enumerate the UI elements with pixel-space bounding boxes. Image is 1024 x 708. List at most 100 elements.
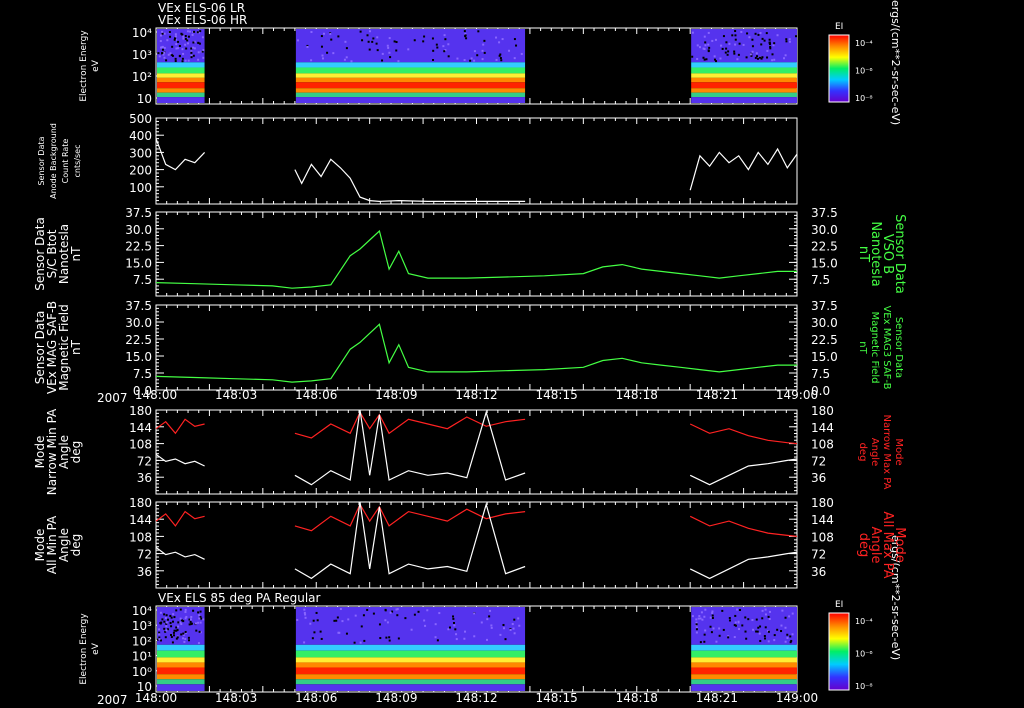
spec2-spectrogram-speckle	[502, 623, 505, 626]
bt-ylabel-line: nT	[69, 246, 83, 262]
spec1-spectrogram-band	[295, 82, 526, 89]
spec1-spectrogram-speckle	[190, 51, 193, 54]
spec2-spectrogram-speckle	[353, 641, 356, 644]
spec2-spectrogram-speckle	[699, 641, 702, 644]
spec1-spectrogram-speckle	[766, 49, 769, 52]
spec1-spectrogram-speckle	[192, 46, 195, 49]
spec2-spectrogram-speckle	[758, 632, 761, 635]
spec1-spectrogram-speckle	[163, 51, 166, 54]
top-time-tick-label: 148:18	[616, 388, 658, 402]
pa2-frame	[155, 501, 798, 589]
spec1-spectrogram-speckle	[395, 49, 398, 52]
spec2-spectrogram-speckle	[312, 619, 315, 622]
pa1-series-1-line	[689, 458, 798, 486]
spec2-spectrogram-speckle	[695, 618, 698, 621]
spec1-spectrogram-speckle	[202, 49, 205, 52]
spec2-spectrogram-speckle	[434, 623, 437, 626]
spec2-spectrogram-band	[295, 674, 526, 680]
spec1-spectrogram-speckle	[515, 44, 518, 47]
spec2-spectrogram-speckle	[776, 628, 779, 631]
spec1-spectrogram-speckle	[367, 40, 370, 43]
spec1-spectrogram-speckle	[181, 57, 184, 60]
spec2-spectrogram-speckle	[163, 613, 166, 616]
spec1-ylabel-line: eV	[91, 59, 101, 72]
spec2-spectrogram-speckle	[184, 630, 187, 633]
spec2-spectrogram-speckle	[176, 636, 179, 639]
spec1-spectrogram-speckle	[713, 55, 716, 58]
bsaf-y-tick-label-right: 30.0	[811, 316, 838, 330]
spec1-spectrogram-speckle	[345, 56, 348, 59]
spec2-spectrogram-speckle	[410, 628, 413, 631]
spec2-spectrogram-band	[691, 667, 797, 675]
spec1-spectrogram-band	[295, 62, 526, 68]
spec2-y-tick-label: 10⁰	[132, 665, 152, 679]
spec2-spectrogram-speckle	[734, 624, 737, 627]
spec1-spectrogram-speckle	[481, 58, 484, 61]
spec2-spectrogram-speckle	[704, 629, 707, 632]
spec2-spectrogram-speckle	[745, 637, 748, 640]
spec2-spectrogram-speckle	[454, 628, 457, 631]
spec1-spectrogram-speckle	[413, 39, 416, 42]
spec1-spectrogram-speckle	[708, 46, 711, 49]
spec2-spectrogram-band	[157, 679, 205, 685]
spec2-spectrogram-speckle	[384, 619, 387, 622]
spec1-spectrogram-speckle	[736, 58, 739, 61]
spec2-spectrogram-speckle	[175, 609, 178, 612]
top-time-tick-label: 148:06	[295, 388, 337, 402]
spec2-spectrogram-speckle	[747, 618, 750, 621]
spec2-spectrogram-speckle	[486, 618, 489, 621]
spec1-spectrogram-speckle	[784, 54, 787, 57]
spec1-spectrogram-band	[295, 92, 526, 98]
spec1-spectrogram-speckle	[763, 39, 766, 42]
spec1-spectrogram-speckle	[696, 44, 699, 47]
spec2-spectrogram-speckle	[436, 639, 439, 642]
spec2-spectrogram-speckle	[347, 618, 350, 621]
spec1-spectrogram-speckle	[498, 54, 501, 57]
spec1-spectrogram-speckle	[756, 57, 759, 60]
spec1-spectrogram-speckle	[738, 42, 741, 45]
spec2-spectrogram-speckle	[759, 639, 762, 642]
spec1-spectrogram-speckle	[759, 32, 762, 35]
spec2-spectrogram-speckle	[704, 608, 707, 611]
spec2-spectrogram-speckle	[759, 625, 762, 628]
spec2-spectrogram-speckle	[789, 635, 792, 638]
spec2-ylabel-line: eV	[91, 642, 101, 655]
bt-y-tick-label-right: 37.5	[811, 206, 838, 220]
pa1-y-tick-label-right: 108	[811, 438, 834, 452]
spec1-spectrogram-speckle	[707, 31, 710, 34]
spec1-spectrogram-speckle	[751, 50, 754, 53]
spec2-spectrogram-speckle	[163, 627, 166, 630]
spec2-spectrogram-speckle	[788, 615, 791, 618]
spec2-spectrogram-speckle	[464, 630, 467, 633]
spec2-spectrogram-speckle	[182, 620, 185, 623]
spec1-spectrogram-speckle	[720, 44, 723, 47]
bsaf-ylabel-line: nT	[69, 339, 83, 355]
bsaf-y-tick-label: 22.5	[125, 333, 152, 347]
spec1-spectrogram-speckle	[178, 55, 181, 58]
count-y-tick-label: 300	[129, 146, 152, 160]
pa2-rlabel-line: deg	[856, 533, 871, 558]
spec2-spectrogram-speckle	[345, 632, 348, 635]
spec1-spectrogram-band	[295, 67, 526, 74]
spec2-spectrogram-speckle	[773, 634, 776, 637]
spec1-spectrogram-speckle	[707, 50, 710, 53]
spec1-spectrogram-speckle	[499, 57, 502, 60]
spec1-spectrogram-speckle	[161, 32, 164, 35]
spec2-spectrogram-speckle	[169, 633, 172, 636]
spec2-spectrogram-speckle	[486, 638, 489, 641]
spec1-spectrogram-speckle	[442, 45, 445, 48]
spec1-spectrogram-speckle	[702, 56, 705, 59]
spec1-spectrogram-speckle	[171, 54, 174, 57]
spec1-spectrogram-speckle	[456, 57, 459, 60]
spec1-y-tick-label: 10⁴	[132, 26, 152, 40]
spec2-spectrogram-speckle	[512, 627, 515, 630]
spec1-spectrogram-band	[691, 97, 797, 103]
spec2-spectrogram-speckle	[715, 640, 718, 643]
spec1-ylabel-line: Electron Energy	[79, 30, 89, 102]
pa1-y-tick-label: 180	[129, 404, 152, 418]
spec1-spectrogram-band	[157, 97, 205, 103]
spec1-spectrogram-speckle	[184, 43, 187, 46]
pa2-y-tick-label: 108	[129, 530, 152, 544]
spec2-spectrogram-speckle	[359, 641, 362, 644]
spec1-spectrogram-speckle	[769, 47, 772, 50]
